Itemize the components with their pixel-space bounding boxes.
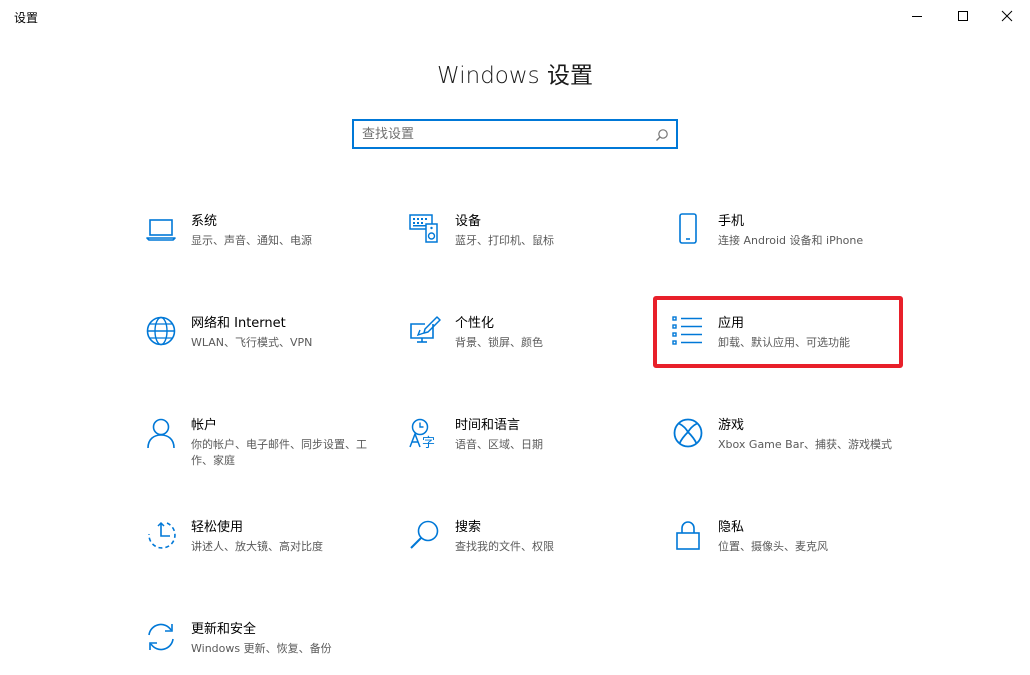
tile-network[interactable]: 网络和 Internet WLAN、飞行模式、VPN: [144, 314, 384, 374]
tile-title: 轻松使用: [191, 520, 244, 535]
apps-list-icon: [671, 314, 705, 348]
time-language-icon: 字: [408, 416, 442, 450]
tile-subtitle: 语音、区域、日期: [455, 438, 543, 451]
window-title: 设置: [14, 11, 39, 25]
search-box[interactable]: [352, 119, 678, 149]
tile-subtitle: 卸载、默认应用、可选功能: [718, 336, 850, 349]
tile-system[interactable]: 系统 显示、声音、通知、电源: [144, 212, 384, 272]
tile-time-language[interactable]: 字 时间和语言 语音、区域、日期: [408, 416, 648, 476]
tile-update-security[interactable]: 更新和安全 Windows 更新、恢复、备份: [144, 620, 384, 675]
globe-icon: [144, 314, 178, 348]
minimize-button[interactable]: [894, 0, 940, 32]
tile-title: 个性化: [455, 316, 495, 331]
tile-title: 搜索: [455, 520, 482, 535]
tile-subtitle: 位置、摄像头、麦克风: [718, 540, 828, 553]
tile-title: 手机: [718, 214, 745, 229]
tile-phone[interactable]: 手机 连接 Android 设备和 iPhone: [671, 212, 911, 272]
svg-text:字: 字: [422, 436, 435, 449]
search-icon: [408, 518, 442, 552]
tile-subtitle: 背景、锁屏、颜色: [455, 336, 543, 349]
tile-subtitle: Windows 更新、恢复、备份: [191, 642, 332, 655]
update-icon: [144, 620, 178, 654]
tile-accounts[interactable]: 帐户 你的帐户、电子邮件、同步设置、工作、家庭: [144, 416, 384, 476]
maximize-icon: [958, 11, 968, 21]
tile-subtitle: 连接 Android 设备和 iPhone: [718, 234, 864, 247]
devices-icon: [408, 212, 442, 246]
tile-title: 设备: [455, 214, 482, 229]
phone-icon: [671, 212, 705, 246]
page-title: Windows 设置: [437, 63, 593, 89]
tile-subtitle: 讲述人、放大镜、高对比度: [191, 540, 323, 553]
personalization-icon: [408, 314, 442, 348]
tile-title: 隐私: [718, 520, 745, 535]
search-input[interactable]: [362, 124, 642, 144]
search-magnifier-icon[interactable]: [655, 127, 669, 146]
tile-devices[interactable]: 设备 蓝牙、打印机、鼠标: [408, 212, 648, 272]
tile-subtitle: 显示、声音、通知、电源: [191, 234, 312, 247]
tile-search[interactable]: 搜索 查找我的文件、权限: [408, 518, 648, 578]
title-bar: 设置: [0, 0, 1030, 32]
tile-personalization[interactable]: 个性化 背景、锁屏、颜色: [408, 314, 648, 374]
tile-subtitle: Xbox Game Bar、捕获、游戏模式: [718, 438, 892, 451]
tile-subtitle: 查找我的文件、权限: [455, 540, 554, 553]
close-icon: [1001, 10, 1013, 22]
tile-ease-of-access[interactable]: 轻松使用 讲述人、放大镜、高对比度: [144, 518, 384, 578]
tile-subtitle: WLAN、飞行模式、VPN: [191, 336, 313, 349]
tile-gaming[interactable]: 游戏 Xbox Game Bar、捕获、游戏模式: [671, 416, 911, 476]
tile-title: 帐户: [191, 418, 218, 433]
minimize-icon: [912, 16, 922, 17]
lock-icon: [671, 518, 705, 552]
tile-title: 应用: [718, 316, 745, 331]
tile-privacy[interactable]: 隐私 位置、摄像头、麦克风: [671, 518, 911, 578]
tile-apps[interactable]: 应用 卸载、默认应用、可选功能: [671, 314, 911, 374]
tile-subtitle: 你的帐户、电子邮件、同步设置、工作、家庭: [191, 438, 367, 467]
ease-of-access-icon: [144, 518, 178, 552]
laptop-icon: [144, 212, 178, 246]
tile-title: 系统: [191, 214, 218, 229]
maximize-button[interactable]: [940, 0, 986, 32]
xbox-icon: [671, 416, 705, 450]
tile-title: 网络和 Internet: [191, 316, 286, 331]
person-icon: [144, 416, 178, 450]
close-button[interactable]: [984, 0, 1030, 32]
tile-title: 游戏: [718, 418, 745, 433]
tile-title: 更新和安全: [191, 622, 257, 637]
tile-subtitle: 蓝牙、打印机、鼠标: [455, 234, 554, 247]
tile-title: 时间和语言: [455, 418, 521, 433]
